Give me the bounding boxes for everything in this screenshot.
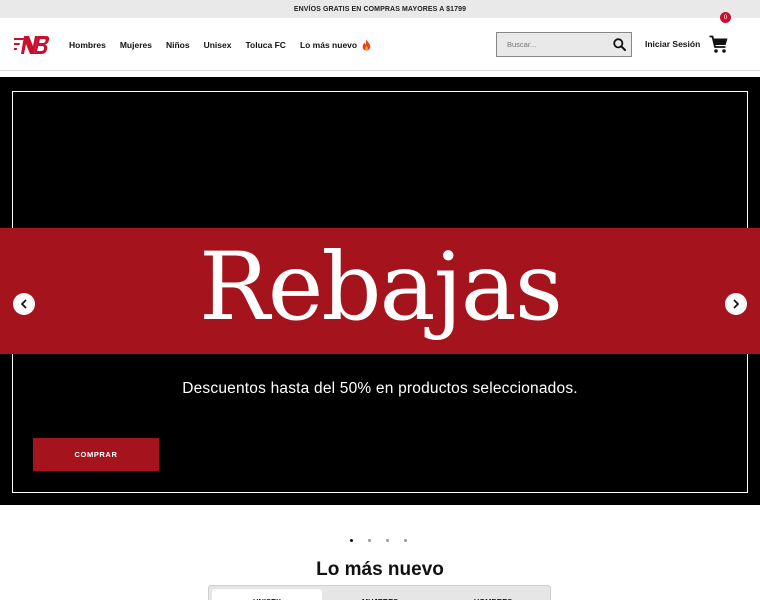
- nav-item-hombres[interactable]: Hombres: [69, 40, 106, 50]
- section-title: Lo más nuevo: [316, 559, 444, 580]
- nav-label: Hombres: [69, 39, 106, 50]
- nav-item-mujeres[interactable]: Mujeres: [120, 40, 152, 50]
- category-tabs: UNISEX MUJERES HOMBRES: [208, 585, 551, 600]
- promo-text: ENVÍOS GRATIS EN COMPRAS MAYORES A $1799: [293, 5, 467, 13]
- main-nav: Hombres Mujeres Niños Unisex Toluca FC L…: [69, 18, 386, 71]
- search-icon[interactable]: [613, 38, 626, 51]
- nav-label: Mujeres: [119, 39, 152, 50]
- login-link[interactable]: Iniciar Sesión: [645, 39, 700, 49]
- search-box: [496, 32, 632, 57]
- nav-label: Unisex: [203, 39, 232, 50]
- tab-mujeres[interactable]: MUJERES: [325, 589, 435, 600]
- nav-label: Lo más nuevo: [299, 39, 358, 50]
- header-divider: [0, 70, 760, 71]
- chevron-left-icon: [21, 299, 27, 309]
- hero-band: Rebajas: [0, 228, 760, 354]
- nav-item-unisex[interactable]: Unisex: [204, 40, 232, 50]
- carousel-prev-button[interactable]: [13, 293, 35, 315]
- nav-item-ninos[interactable]: Niños: [166, 40, 190, 50]
- nav-label: Niños: [165, 39, 190, 50]
- shop-button[interactable]: COMPRAR: [33, 438, 159, 471]
- carousel-dot[interactable]: [386, 539, 389, 542]
- hero-title: Rebajas: [198, 233, 563, 342]
- hero-banner: Rebajas Descuentos hasta del 50% en prod…: [0, 77, 760, 505]
- carousel-dot[interactable]: [368, 539, 371, 542]
- carousel-dots: [350, 539, 422, 542]
- fire-icon: [362, 39, 371, 50]
- chevron-right-icon: [733, 299, 739, 309]
- site-header: Hombres Mujeres Niños Unisex Toluca FC L…: [0, 18, 760, 71]
- nav-item-lo-mas-nuevo[interactable]: Lo más nuevo: [300, 39, 372, 51]
- nav-label: Toluca FC: [245, 39, 286, 50]
- tab-hombres[interactable]: HOMBRES: [438, 589, 548, 600]
- nav-item-toluca-fc[interactable]: Toluca FC: [245, 40, 285, 50]
- search-input[interactable]: [497, 33, 607, 56]
- cart-count-badge: 0: [720, 12, 731, 23]
- carousel-dot[interactable]: [350, 539, 353, 542]
- carousel-dot[interactable]: [404, 539, 407, 542]
- nb-logo-icon[interactable]: [14, 35, 50, 55]
- tab-unisex[interactable]: UNISEX: [212, 589, 322, 600]
- promo-bar: ENVÍOS GRATIS EN COMPRAS MAYORES A $1799: [0, 0, 760, 18]
- carousel-next-button[interactable]: [725, 293, 747, 315]
- hero-subtitle: Descuentos hasta del 50% en productos se…: [182, 380, 578, 397]
- cart-icon[interactable]: [709, 35, 729, 54]
